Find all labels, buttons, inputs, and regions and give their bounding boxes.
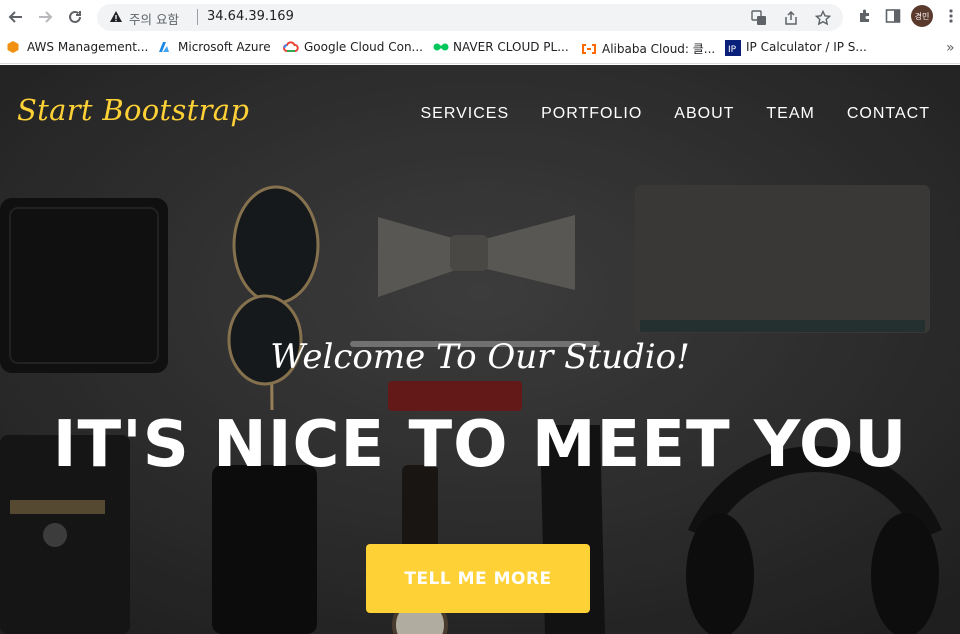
extensions-icon[interactable] [855,6,875,26]
bookmarks-bar: AWS Management... Microsoft Azure Google… [0,34,960,64]
aws-icon [6,40,20,54]
bookmark-ip-calculator[interactable]: IP IP Calculator / IP S... [725,40,867,56]
bookmark-naver-cloud[interactable]: NAVER CLOUD PL... [432,40,569,54]
nav-about[interactable]: ABOUT [674,105,734,123]
ip-calculator-icon: IP [725,40,741,56]
svg-text:IP: IP [728,45,737,55]
bookmark-alibaba[interactable]: Alibaba Cloud: 클... [581,40,715,57]
translate-icon[interactable] [749,8,769,28]
bookmark-label: IP Calculator / IP S... [746,40,867,54]
share-icon[interactable] [781,8,801,28]
star-icon[interactable] [813,8,833,28]
browser-toolbar: 주의 요함 34.64.39.169 경민 [0,0,960,34]
omnibox-divider [197,9,198,25]
reload-icon[interactable] [63,5,87,29]
bookmark-aws[interactable]: AWS Management... [6,40,148,54]
bookmark-label: AWS Management... [27,40,149,54]
nav-team[interactable]: TEAM [766,105,814,123]
brand-logo[interactable]: Start Bootstrap [17,93,249,127]
url-text[interactable]: 34.64.39.169 [207,9,294,24]
hero-section: Start Bootstrap SERVICES PORTFOLIO ABOUT… [0,65,960,634]
main-nav: SERVICES PORTFOLIO ABOUT TEAM CONTACT [420,105,930,123]
nav-portfolio[interactable]: PORTFOLIO [541,105,642,123]
bookmark-label: Google Cloud Con... [304,40,423,54]
bookmark-label: Alibaba Cloud: 클... [602,42,716,56]
bookmark-label: NAVER CLOUD PL... [453,40,569,54]
google-cloud-icon [283,40,299,54]
bookmark-azure[interactable]: Microsoft Azure [157,40,271,54]
alibaba-icon [581,42,596,56]
naver-cloud-icon [432,40,449,54]
back-icon[interactable] [4,5,28,29]
bookmark-google-cloud[interactable]: Google Cloud Con... [283,40,423,54]
nav-services[interactable]: SERVICES [420,105,509,123]
address-bar[interactable]: 주의 요함 34.64.39.169 [97,4,843,31]
forward-icon[interactable] [33,5,57,29]
warning-icon [110,11,122,22]
profile-avatar[interactable]: 경민 [911,5,933,27]
bookmark-label: Microsoft Azure [178,40,271,54]
nav-contact[interactable]: CONTACT [847,105,930,123]
azure-icon [157,40,171,54]
bookmarks-overflow-icon[interactable]: » [946,40,955,56]
side-panel-icon[interactable] [883,6,903,26]
tell-me-more-button[interactable]: TELL ME MORE [366,544,590,613]
menu-icon[interactable] [941,6,960,26]
security-label[interactable]: 주의 요함 [129,9,179,28]
hero-subheading: Welcome To Our Studio! [270,337,690,377]
hero-heading: IT'S NICE TO MEET YOU [52,408,908,482]
